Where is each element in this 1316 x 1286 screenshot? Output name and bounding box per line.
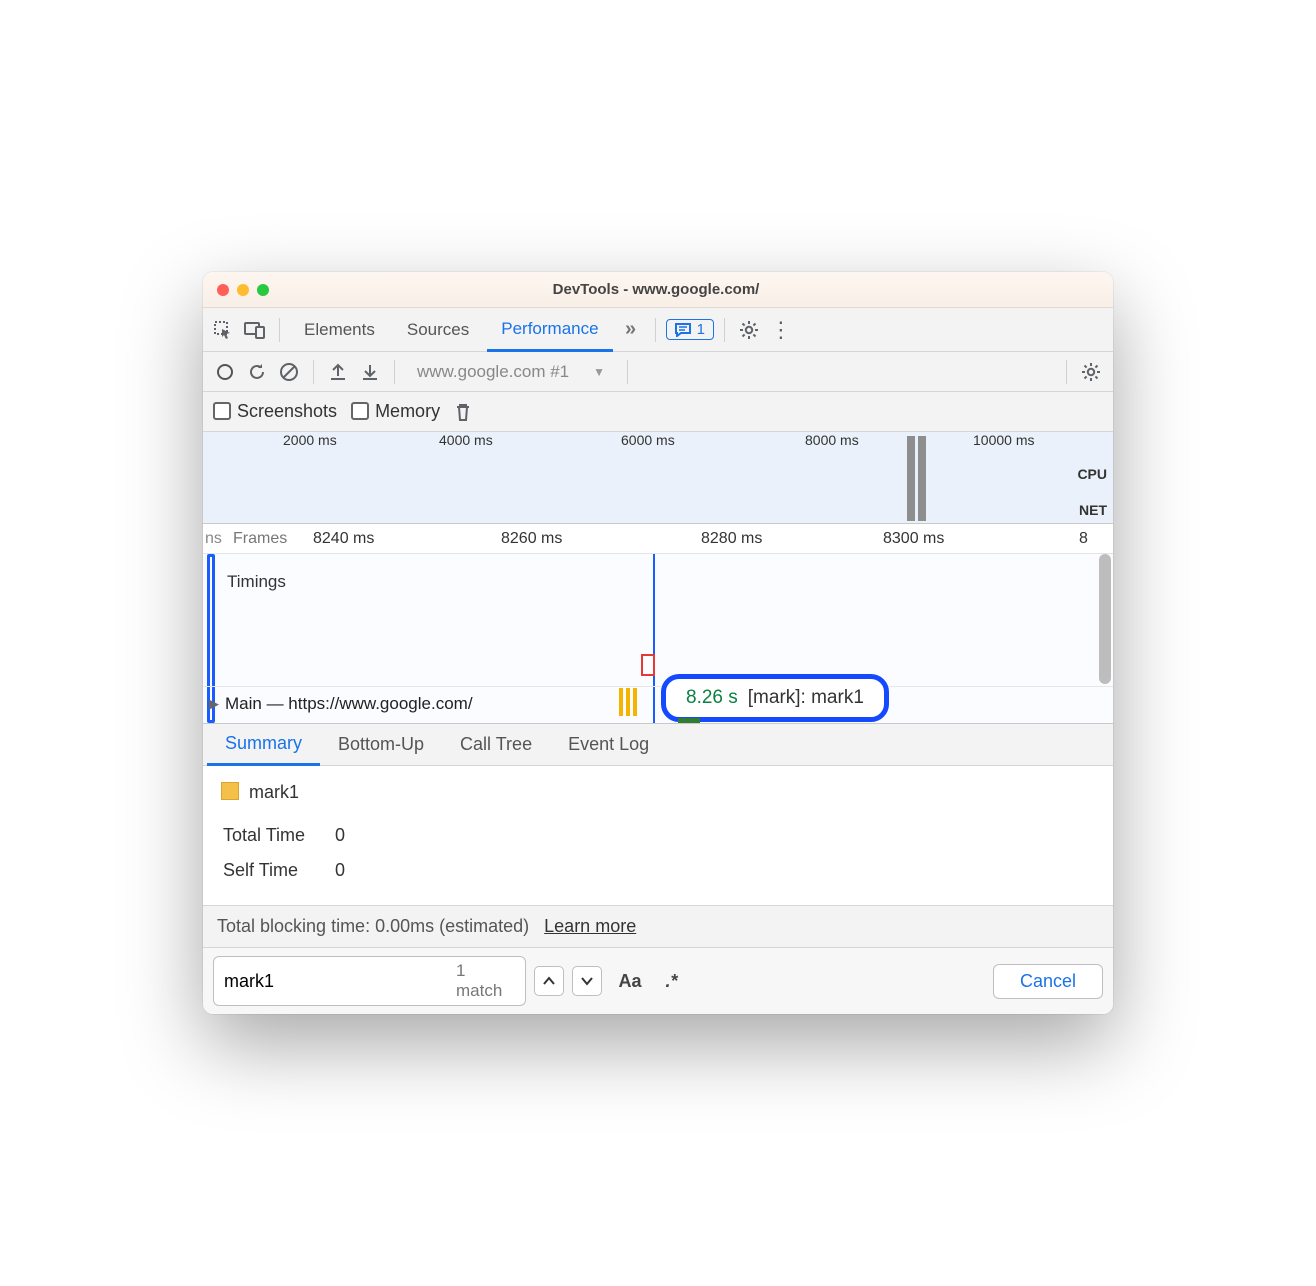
overview-tick: 4000 ms — [439, 432, 493, 448]
inspect-icon[interactable] — [209, 316, 237, 344]
titlebar: DevTools - www.google.com/ — [203, 272, 1113, 308]
overview-handles[interactable] — [907, 436, 947, 521]
recording-select-label: www.google.com #1 — [417, 362, 569, 382]
device-toggle-icon[interactable] — [241, 316, 269, 344]
blocking-text: Total blocking time: 0.00ms (estimated) — [217, 916, 529, 936]
flame-header: ns Frames 8240 ms 8260 ms 8280 ms 8300 m… — [203, 524, 1113, 554]
console-badge-count: 1 — [697, 321, 705, 338]
search-bar: 1 match Aa .* Cancel — [203, 947, 1113, 1014]
maximize-window-button[interactable] — [257, 284, 269, 296]
record-button[interactable] — [211, 358, 239, 386]
tab-event-log[interactable]: Event Log — [550, 724, 667, 765]
self-time-value: 0 — [335, 854, 373, 887]
tab-summary[interactable]: Summary — [207, 725, 320, 766]
flame-tick: 8260 ms — [501, 530, 562, 548]
search-cancel-button[interactable]: Cancel — [993, 964, 1103, 999]
clear-button[interactable] — [275, 358, 303, 386]
color-swatch — [221, 782, 239, 800]
overview-cpu-label: CPU — [1077, 466, 1107, 482]
search-match-count: 1 match — [456, 961, 515, 1001]
close-window-button[interactable] — [217, 284, 229, 296]
capture-options: Screenshots Memory — [203, 392, 1113, 432]
scrollbar-thumb[interactable] — [1099, 554, 1111, 684]
regex-toggle[interactable]: .* — [657, 967, 685, 996]
search-next-button[interactable] — [572, 966, 602, 996]
flame-chart[interactable]: Timings ▶ Main — https://www.google.com/… — [203, 554, 1113, 724]
expand-caret-icon: ▶ — [209, 696, 219, 712]
dropdown-triangle-icon: ▼ — [593, 365, 605, 379]
self-time-label: Self Time — [223, 854, 333, 887]
overview-tick: 2000 ms — [283, 432, 337, 448]
tab-sources[interactable]: Sources — [393, 308, 483, 351]
screenshots-checkbox[interactable]: Screenshots — [213, 401, 337, 422]
reload-button[interactable] — [243, 358, 271, 386]
timings-label: Timings — [227, 572, 286, 592]
main-thread-label: Main — https://www.google.com/ — [225, 694, 473, 714]
chevron-up-icon — [542, 976, 556, 986]
flame-tick: 8 — [1079, 530, 1088, 548]
tab-bottom-up[interactable]: Bottom-Up — [320, 724, 442, 765]
total-time-label: Total Time — [223, 819, 333, 852]
console-badge[interactable]: 1 — [666, 319, 714, 340]
flame-tick: 8280 ms — [701, 530, 762, 548]
summary-panel: mark1 Total Time0 Self Time0 — [203, 766, 1113, 905]
timing-marker — [641, 654, 655, 676]
screenshots-label: Screenshots — [237, 401, 337, 421]
blocking-footer: Total blocking time: 0.00ms (estimated) … — [203, 905, 1113, 947]
match-case-toggle[interactable]: Aa — [610, 967, 649, 996]
ns-trunc: ns — [205, 530, 222, 548]
more-tabs-icon[interactable]: » — [617, 316, 645, 344]
chevron-down-icon — [580, 976, 594, 986]
details-tabs: Summary Bottom-Up Call Tree Event Log — [203, 724, 1113, 766]
window-controls — [217, 284, 269, 296]
mark-indicator — [678, 718, 700, 724]
message-icon — [675, 323, 691, 337]
capture-settings-icon[interactable] — [1077, 358, 1105, 386]
search-field[interactable]: 1 match — [213, 956, 526, 1006]
mark-tooltip: 8.26 s [mark]: mark1 — [661, 674, 889, 722]
download-button[interactable] — [356, 358, 384, 386]
memory-checkbox[interactable]: Memory — [351, 401, 440, 422]
minimize-window-button[interactable] — [237, 284, 249, 296]
summary-name: mark1 — [249, 782, 299, 802]
devtools-window: DevTools - www.google.com/ Elements Sour… — [203, 272, 1113, 1014]
frames-label: Frames — [233, 530, 287, 548]
tab-elements[interactable]: Elements — [290, 308, 389, 351]
overview-net-label: NET — [1079, 502, 1107, 518]
memory-label: Memory — [375, 401, 440, 421]
mark-time: 8.26 s — [686, 687, 738, 709]
tab-performance[interactable]: Performance — [487, 309, 612, 352]
recording-select[interactable]: www.google.com #1 ▼ — [405, 362, 617, 382]
overview-tick: 6000 ms — [621, 432, 675, 448]
overview-tick: 8000 ms — [805, 432, 859, 448]
flame-tick: 8240 ms — [313, 530, 374, 548]
devtools-tabs: Elements Sources Performance » 1 ⋮ — [203, 308, 1113, 352]
garbage-collect-icon[interactable] — [454, 402, 472, 422]
settings-icon[interactable] — [735, 316, 763, 344]
overview-tick: 10000 ms — [973, 432, 1034, 448]
main-activity — [619, 688, 637, 716]
tab-call-tree[interactable]: Call Tree — [442, 724, 550, 765]
main-thread-row[interactable]: ▶ Main — https://www.google.com/ — [203, 686, 1113, 720]
mark-label: [mark]: mark1 — [748, 687, 864, 709]
upload-button[interactable] — [324, 358, 352, 386]
perf-toolbar: www.google.com #1 ▼ — [203, 352, 1113, 392]
search-input[interactable] — [224, 971, 456, 992]
kebab-menu-icon[interactable]: ⋮ — [767, 316, 795, 344]
window-title: DevTools - www.google.com/ — [269, 281, 1043, 298]
learn-more-link[interactable]: Learn more — [544, 916, 636, 936]
flame-tick: 8300 ms — [883, 530, 944, 548]
search-prev-button[interactable] — [534, 966, 564, 996]
total-time-value: 0 — [335, 819, 373, 852]
timeline-overview[interactable]: 2000 ms 4000 ms 6000 ms 8000 ms 10000 ms… — [203, 432, 1113, 524]
